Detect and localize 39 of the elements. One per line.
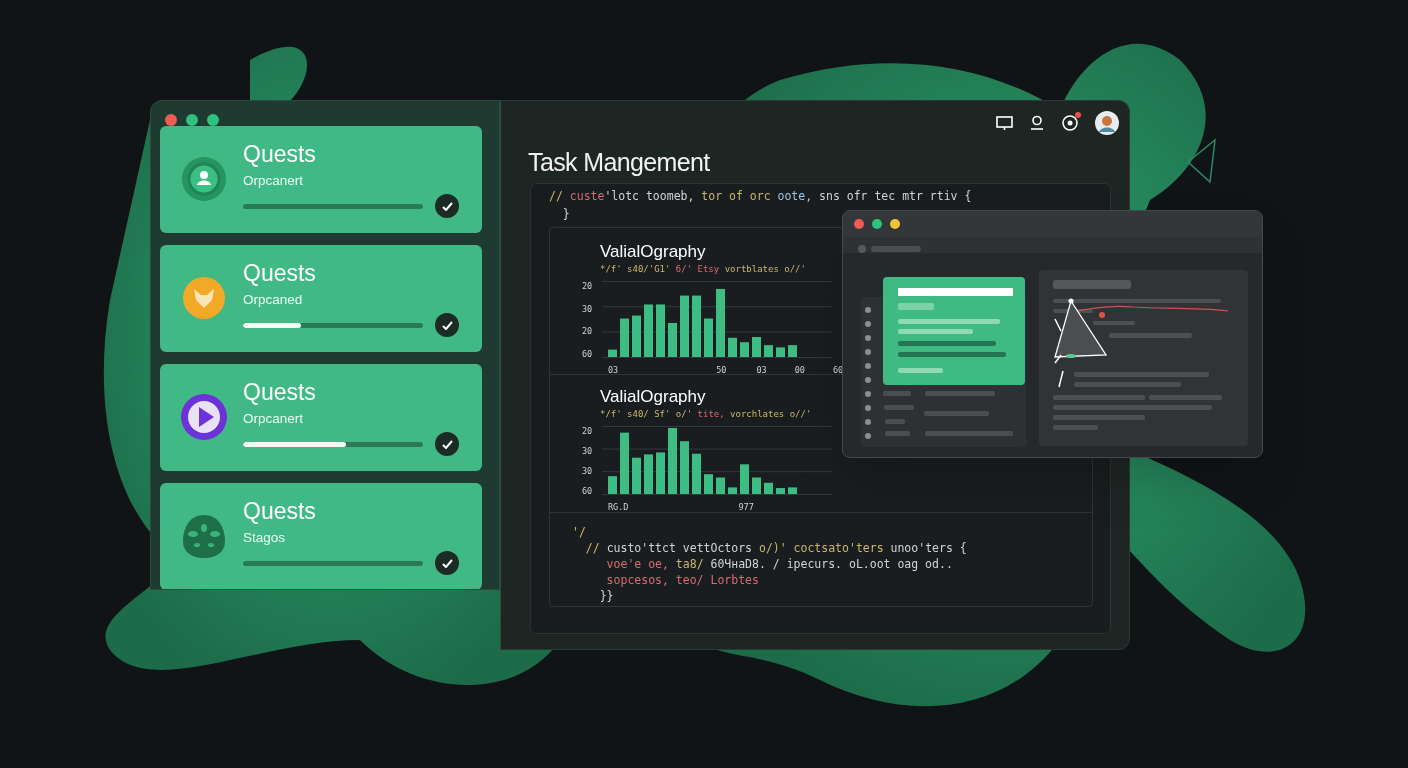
code-line: // custo'ttct vettOctors o/)' coctsato'ters unoo'ters {	[584, 541, 967, 556]
x-axis-label: RG.D	[608, 502, 629, 512]
x-axis-label: 03	[608, 365, 619, 375]
chart-title: ValialOgraphy	[600, 242, 707, 262]
quest-subtitle: Orpcaned	[243, 291, 304, 309]
code-line: }}	[598, 589, 614, 604]
x-axis-label: 60	[833, 365, 844, 375]
x-axis-label: 977	[738, 502, 754, 512]
y-axis-label: 60	[582, 348, 594, 359]
quest-title: Quests	[243, 260, 317, 286]
quest-card[interactable]: Quests Orpcaned	[160, 245, 482, 352]
y-axis-label: 30	[582, 303, 594, 314]
chart-title: ValialOgraphy	[600, 387, 707, 407]
chart-subtitle: */f' s40/'G1' б/' Etsy vortblates o//'	[600, 263, 806, 276]
quest-subtitle: Orpcanert	[243, 410, 305, 428]
x-axis-label: 00	[794, 365, 805, 375]
quest-title: Quests	[243, 141, 317, 167]
code-line: // custe'lotc toomeb, tor of orc oote, sns ofr tec mtr rtiv {	[549, 189, 972, 204]
code-line: '/	[572, 525, 586, 540]
quest-card[interactable]: Quests Orpcanert	[160, 364, 482, 471]
page-title: Task Mangement	[527, 147, 711, 178]
code-line: voe'e oe, ta8/ 60ЧнаD8. / ipecurs. oL.oot oag od..	[605, 557, 953, 572]
y-axis-label: 20	[582, 281, 594, 291]
quest-subtitle: Stagos	[243, 529, 287, 547]
quest-subtitle: Orpcanert	[243, 172, 305, 190]
quest-card[interactable]: Quests Stagos	[160, 483, 482, 589]
y-axis-label: 20	[582, 426, 594, 436]
quest-card[interactable]: Quests Orpcanert	[160, 126, 482, 233]
x-axis-label: 03	[756, 365, 767, 375]
quest-title: Quests	[243, 498, 317, 524]
quest-title: Quests	[243, 379, 317, 405]
y-axis-label: 30	[582, 446, 594, 456]
y-axis-label: 20	[582, 326, 594, 337]
chart-subtitle: */f' s40/ Sf' o/' tite, vorchlates o//'	[600, 408, 812, 421]
y-axis-label: 30	[582, 466, 594, 476]
code-line: sopcesos, teo/ Lorbtes	[605, 573, 759, 588]
code-line: }	[561, 207, 570, 222]
y-axis-label: 60	[582, 486, 594, 496]
x-axis-label: 50	[716, 365, 727, 375]
